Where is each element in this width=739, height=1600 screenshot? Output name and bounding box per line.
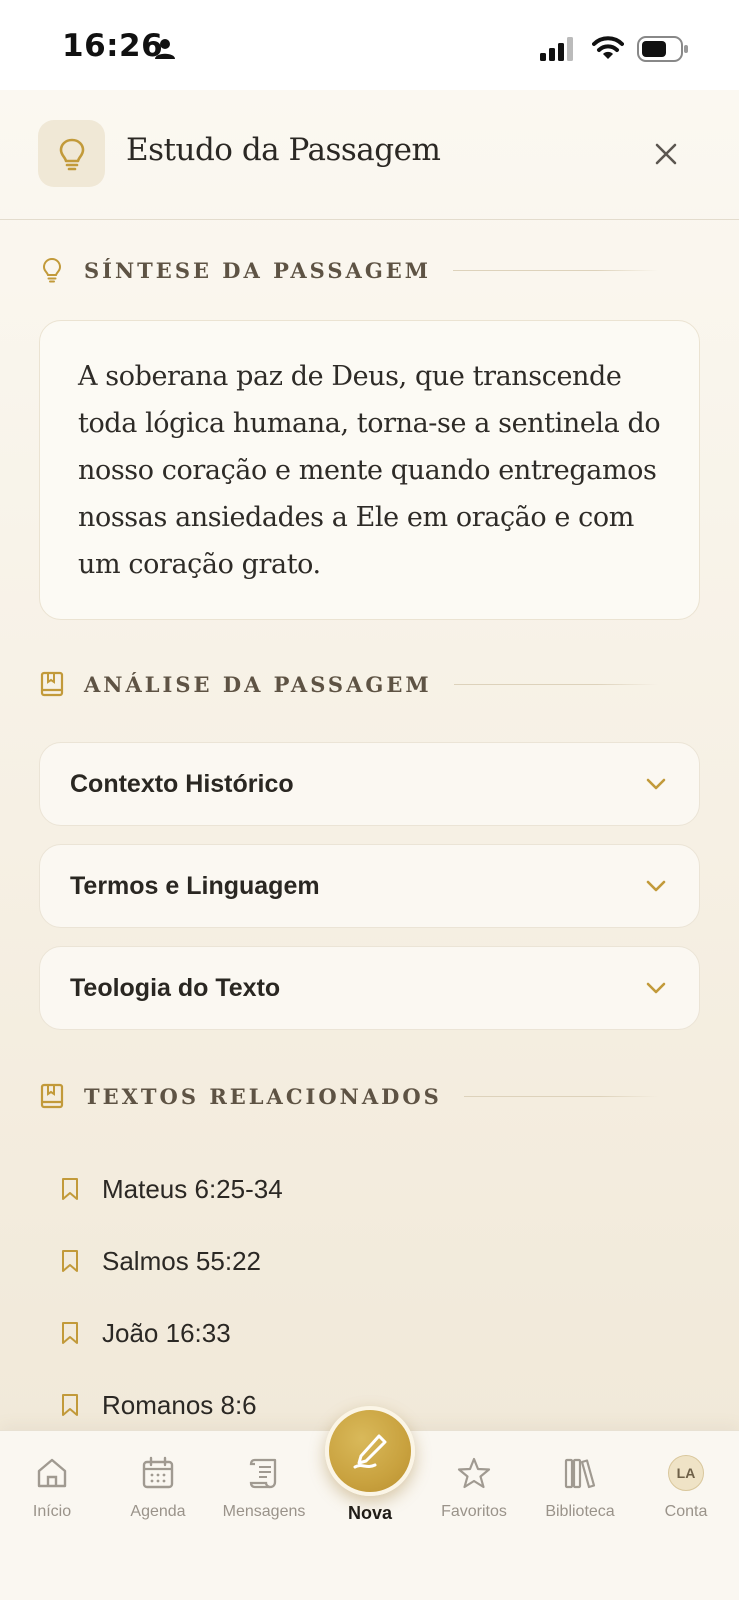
section-title: ANÁLISE DA PASSAGEM [84,671,432,697]
related-text-item[interactable]: Salmos 55:22 [58,1236,458,1286]
nav-item-agenda[interactable]: Agenda [108,1453,208,1533]
chevron-down-icon [643,975,669,1001]
sheet-header: Estudo da Passagem [0,90,739,220]
close-button[interactable] [646,134,686,174]
synthesis-section-header: SÍNTESE DA PASSAGEM [38,252,658,288]
analysis-section-header: ANÁLISE DA PASSAGEM [38,666,658,702]
accordion-terms-language[interactable]: Termos e Linguagem [39,844,700,928]
close-icon [655,143,677,165]
home-icon [35,1453,69,1493]
nav-label: Nova [347,1503,392,1523]
nav-item-biblioteca[interactable]: Biblioteca [530,1453,630,1533]
section-title: TEXTOS RELACIONADOS [84,1083,442,1109]
nav-label: Início [32,1503,72,1520]
nav-item-inicio[interactable]: Início [2,1453,102,1533]
section-divider [453,683,658,685]
star-icon [456,1453,492,1493]
related-text-label: Mateus 6:25-34 [102,1173,283,1204]
nav-item-mensagens[interactable]: Mensagens [214,1453,314,1533]
nav-item-conta[interactable]: LA Conta [636,1453,736,1533]
bookmark-icon [58,1249,82,1273]
accordion-label: Contexto Histórico [70,769,294,798]
lightbulb-icon [38,256,66,284]
accordion-text-theology[interactable]: Teologia do Texto [39,946,700,1030]
synthesis-card: A soberana paz de Deus, que transcende t… [39,320,700,620]
related-text-item[interactable]: Mateus 6:25-34 [58,1164,458,1214]
status-time: 16:26 [62,28,164,64]
book-icon [38,1082,66,1110]
bookmark-icon [58,1177,82,1201]
page-title: Estudo da Passagem [126,132,441,168]
chevron-down-icon [643,771,669,797]
person-icon [154,38,176,65]
book-icon [38,670,66,698]
accordion-label: Termos e Linguagem [70,871,320,900]
related-text-item[interactable]: João 16:33 [58,1308,458,1358]
new-entry-button[interactable] [325,1406,415,1496]
accordion-label: Teologia do Texto [70,973,281,1002]
bookmark-icon [58,1321,82,1345]
battery-icon [637,36,689,67]
avatar: LA [668,1455,704,1491]
lightbulb-icon [38,120,105,187]
related-section-header: TEXTOS RELACIONADOS [38,1078,658,1114]
calendar-icon [141,1453,175,1493]
status-bar: 16:26 [0,0,739,90]
related-text-label: Salmos 55:22 [102,1245,261,1276]
nav-label: Conta [664,1503,708,1520]
nav-label: Favoritos [441,1503,507,1520]
cellular-signal-icon [540,37,576,66]
scroll-icon [247,1453,281,1493]
related-text-label: Romanos 8:6 [102,1389,257,1420]
nav-item-favoritos[interactable]: Favoritos [424,1453,524,1533]
accordion-historical-context[interactable]: Contexto Histórico [39,742,700,826]
nav-label: Mensagens [222,1503,306,1520]
section-divider [463,1095,658,1097]
library-icon [563,1453,597,1493]
section-divider [453,269,658,271]
related-text-label: João 16:33 [102,1317,231,1348]
nav-label: Biblioteca [545,1503,615,1520]
wifi-icon [592,35,624,66]
section-title: SÍNTESE DA PASSAGEM [84,257,432,283]
pen-icon [353,1434,387,1469]
nav-label: Agenda [130,1503,186,1520]
chevron-down-icon [643,873,669,899]
passage-study-sheet: Estudo da Passagem SÍNTESE DA PASSAGEM A… [0,90,739,1430]
synthesis-text: A soberana paz de Deus, que transcende t… [78,361,661,580]
bookmark-icon [58,1393,82,1417]
